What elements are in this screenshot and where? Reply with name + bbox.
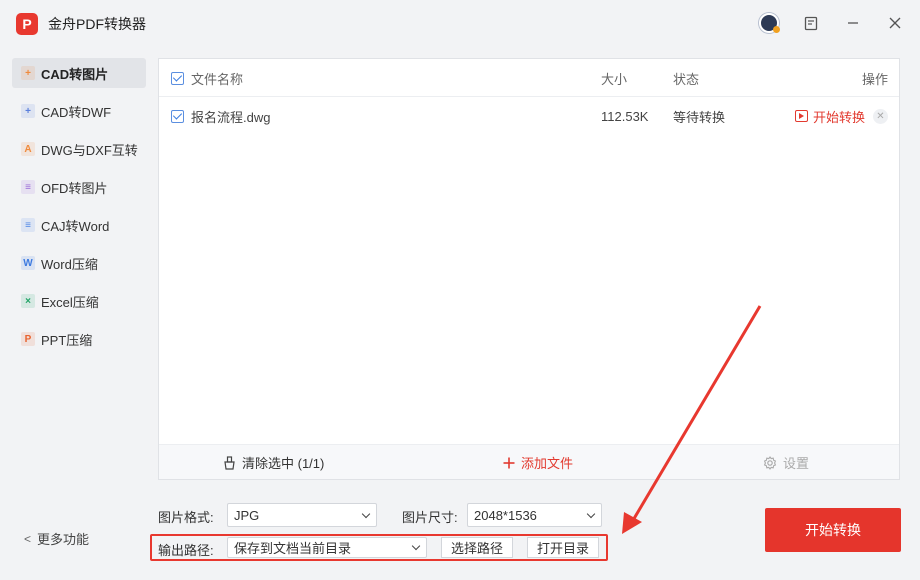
checkbox-icon — [171, 71, 184, 85]
header-name: 文件名称 — [191, 71, 244, 87]
window-controls — [758, 12, 906, 34]
sidebar-item-label: Excel压缩 — [41, 294, 99, 310]
sidebar-item[interactable]: + CAD转图片 — [12, 58, 146, 88]
start-convert-label: 开始转换 — [813, 109, 866, 125]
sidebar-item-label: OFD转图片 — [41, 180, 108, 196]
sidebar-item-label: CAD转DWF — [41, 104, 112, 120]
sidebar-item[interactable]: × Excel压缩 — [12, 286, 146, 316]
row-checkbox[interactable] — [171, 97, 184, 135]
close-icon — [889, 17, 901, 29]
settings-button[interactable]: 设置 — [763, 445, 809, 480]
word-compress-icon: W — [21, 256, 35, 270]
file-status: 等待转换 — [673, 109, 726, 125]
table-row[interactable]: 报名流程.dwg 112.53K 等待转换 开始转换 ✕ — [159, 97, 899, 135]
close-button[interactable] — [884, 12, 906, 34]
output-path-select[interactable]: 保存到文档当前目录 — [227, 537, 427, 558]
add-file-button[interactable]: 添加文件 — [503, 445, 573, 480]
select-all-checkbox[interactable] — [171, 59, 184, 97]
sidebar-item-label: CAD转图片 — [41, 66, 109, 82]
feedback-button[interactable] — [800, 12, 822, 34]
sidebar-item[interactable]: ≡ OFD转图片 — [12, 172, 146, 202]
sidebar: + CAD转图片 + CAD转DWF A DWG与DXF互转 ≡ OFD转图片 ≡ CAJ转Wor… — [12, 58, 146, 362]
file-name: 报名流程.dwg — [191, 109, 271, 125]
sidebar-item[interactable]: + CAD转DWF — [12, 96, 146, 126]
checkbox-icon — [171, 109, 184, 123]
avatar-icon — [759, 13, 780, 33]
app-logo-icon: P — [16, 13, 38, 35]
ofd-icon: ≡ — [21, 180, 35, 194]
caj-icon: ≡ — [21, 218, 35, 232]
sidebar-item-label: CAJ转Word — [41, 218, 110, 234]
header-size: 大小 — [601, 71, 628, 87]
minimize-button[interactable] — [842, 12, 864, 34]
image-size-value: 2048*1536 — [474, 507, 537, 523]
start-convert-button-label: 开始转换 — [805, 522, 861, 538]
gear-icon — [763, 455, 777, 470]
sidebar-item[interactable]: P PPT压缩 — [12, 324, 146, 354]
title-bar: P 金舟PDF转换器 — [0, 0, 920, 48]
image-format-select[interactable]: JPG — [227, 503, 377, 527]
sidebar-item[interactable]: ≡ CAJ转Word — [12, 210, 146, 240]
clear-selected-label: 清除选中 (1/1) — [242, 456, 325, 471]
chevron-down-icon — [411, 541, 421, 551]
start-convert-link[interactable]: 开始转换 — [795, 97, 865, 135]
start-convert-button[interactable]: 开始转换 — [765, 508, 901, 552]
sidebar-item-label: Word压缩 — [41, 256, 98, 272]
output-path-label: 输出路径: — [158, 543, 214, 558]
open-directory-label: 打开目录 — [536, 541, 589, 556]
ppt-compress-icon: P — [21, 332, 35, 346]
file-size: 112.53K — [601, 108, 649, 124]
chevron-down-icon — [586, 509, 596, 519]
close-icon: ✕ — [873, 108, 888, 124]
minimize-icon — [848, 22, 858, 24]
chevron-down-icon — [361, 509, 371, 519]
play-icon — [795, 110, 808, 122]
user-avatar[interactable] — [758, 12, 780, 34]
image-format-value: JPG — [234, 507, 260, 523]
more-functions-link[interactable]: < 更多功能 — [24, 529, 89, 548]
output-path-value: 保存到文档当前目录 — [234, 541, 352, 556]
header-status: 状态 — [673, 71, 700, 87]
sidebar-item-label: DWG与DXF互转 — [41, 142, 138, 158]
remove-file-button[interactable]: ✕ — [873, 97, 888, 135]
file-list-panel: 文件名称 大小 状态 操作 报名流程.dwg 112.53K 等待转换 开始转换… — [158, 58, 900, 480]
choose-path-button[interactable]: 选择路径 — [441, 537, 513, 558]
image-size-select[interactable]: 2048*1536 — [467, 503, 602, 527]
header-action: 操作 — [862, 71, 889, 87]
sidebar-item[interactable]: W Word压缩 — [12, 248, 146, 278]
cad-dwf-icon: + — [21, 104, 35, 118]
panel-footer: 清除选中 (1/1) 添加文件 设置 — [159, 444, 899, 479]
choose-path-label: 选择路径 — [450, 541, 503, 556]
settings-label: 设置 — [783, 456, 810, 471]
broom-icon — [224, 455, 235, 470]
sidebar-item[interactable]: A DWG与DXF互转 — [12, 134, 146, 164]
plus-icon — [503, 457, 515, 468]
excel-compress-icon: × — [21, 294, 35, 308]
image-size-label: 图片尺寸: — [402, 510, 458, 525]
chevron-left-icon: < — [24, 531, 32, 546]
more-functions-label: 更多功能 — [37, 532, 90, 547]
add-file-label: 添加文件 — [521, 456, 574, 471]
table-header: 文件名称 大小 状态 操作 — [159, 59, 899, 97]
sidebar-item-label: PPT压缩 — [41, 332, 93, 348]
cad-image-icon: + — [21, 66, 35, 80]
open-directory-button[interactable]: 打开目录 — [527, 537, 599, 558]
image-format-label: 图片格式: — [158, 510, 214, 525]
app-title: 金舟PDF转换器 — [48, 16, 146, 32]
document-edit-icon — [804, 16, 817, 30]
dwg-dxf-icon: A — [21, 142, 35, 156]
clear-selected-button[interactable]: 清除选中 (1/1) — [223, 445, 324, 480]
